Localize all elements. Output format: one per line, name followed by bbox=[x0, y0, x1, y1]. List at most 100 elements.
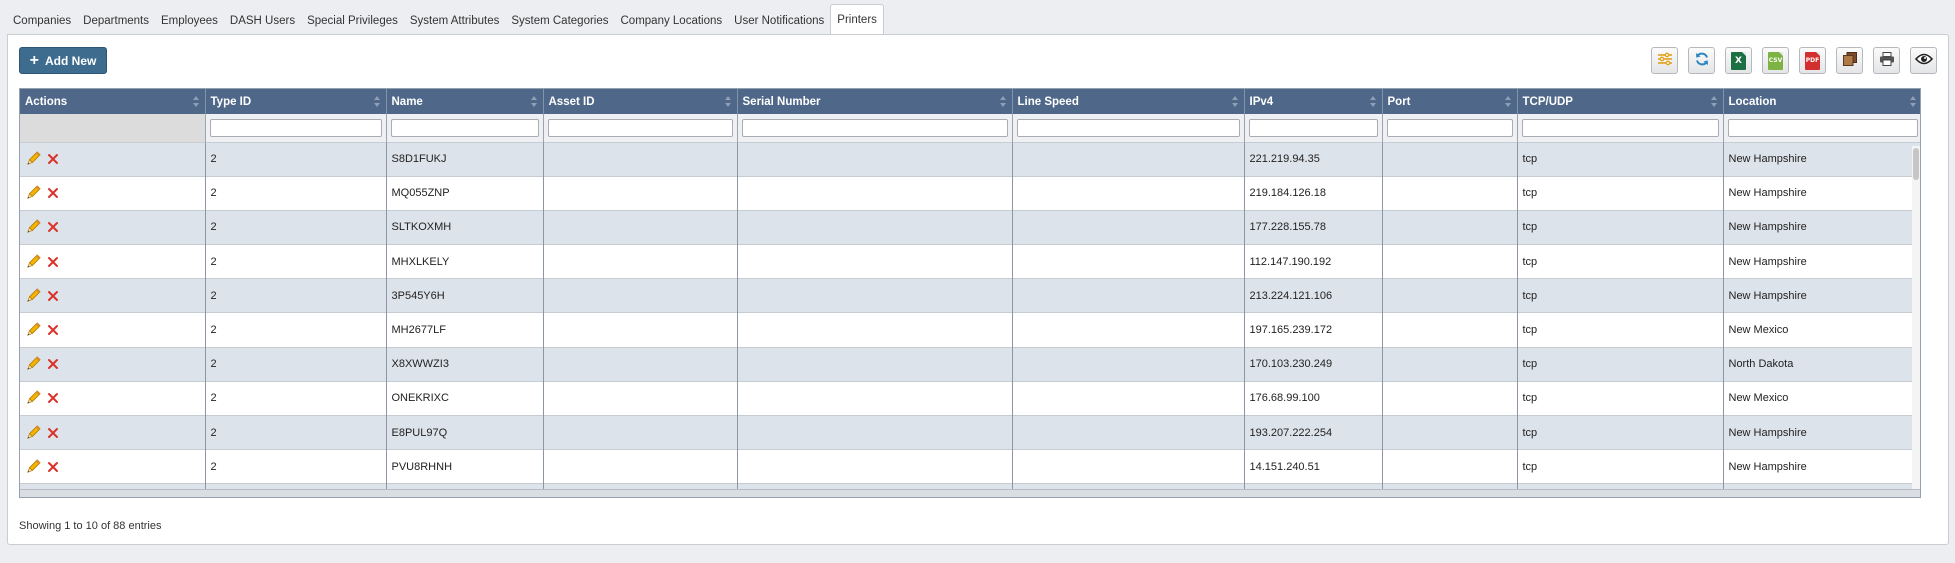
cell-serial-number bbox=[737, 312, 1013, 348]
cell-type-id: 2 bbox=[205, 209, 387, 245]
tab-company-locations[interactable]: Company Locations bbox=[615, 7, 729, 34]
edit-pencil-icon[interactable] bbox=[25, 254, 41, 270]
cell-name: 3P545Y6H bbox=[386, 278, 544, 313]
delete-x-icon[interactable] bbox=[47, 290, 59, 302]
actions-cell bbox=[20, 449, 206, 484]
filter-cell bbox=[386, 114, 544, 142]
cell-line-speed bbox=[1012, 312, 1245, 348]
column-header[interactable]: Serial Number bbox=[737, 89, 1013, 114]
tab-dash-users[interactable]: DASH Users bbox=[224, 7, 301, 34]
refresh-icon bbox=[1694, 51, 1710, 70]
edit-pencil-icon[interactable] bbox=[25, 185, 41, 201]
add-new-label: Add New bbox=[45, 53, 97, 68]
tab-departments[interactable]: Departments bbox=[77, 7, 155, 34]
column-header[interactable]: Line Speed bbox=[1012, 89, 1245, 114]
refresh-button[interactable] bbox=[1688, 47, 1715, 74]
cell-asset-id bbox=[543, 380, 738, 416]
actions-cell bbox=[20, 244, 206, 279]
cell-protocol: tcp bbox=[1517, 244, 1724, 279]
edit-pencil-icon[interactable] bbox=[25, 390, 41, 406]
horizontal-scrollbar[interactable] bbox=[20, 489, 1920, 497]
copy-button[interactable] bbox=[1836, 47, 1863, 74]
scroll-thumb[interactable] bbox=[1913, 148, 1919, 180]
table-toolbar: X CSV PDF bbox=[1651, 47, 1937, 74]
cell-ipv4: 177.228.155.78 bbox=[1244, 209, 1383, 245]
delete-x-icon[interactable] bbox=[47, 427, 59, 439]
column-header[interactable]: Type ID bbox=[205, 89, 387, 114]
edit-pencil-icon[interactable] bbox=[25, 322, 41, 338]
filter-ipv4-input[interactable] bbox=[1248, 118, 1378, 137]
column-header[interactable]: IPv4 bbox=[1244, 89, 1383, 114]
cell-asset-id bbox=[543, 278, 738, 313]
cell-location: New Hampshire bbox=[1723, 175, 1920, 211]
cell-port bbox=[1382, 141, 1518, 177]
filter-name-input[interactable] bbox=[390, 118, 539, 137]
column-header[interactable]: Location bbox=[1723, 89, 1920, 114]
filter-type-id-input[interactable] bbox=[209, 118, 382, 137]
add-new-button[interactable]: + Add New bbox=[19, 47, 107, 74]
column-header[interactable]: Asset ID bbox=[543, 89, 738, 114]
cell-location: North Dakota bbox=[1723, 346, 1920, 382]
delete-x-icon[interactable] bbox=[47, 187, 59, 199]
tab-printers[interactable]: Printers bbox=[830, 4, 884, 35]
delete-x-icon[interactable] bbox=[47, 324, 59, 336]
cell-line-speed bbox=[1012, 449, 1245, 484]
cell-port bbox=[1382, 175, 1518, 211]
vertical-scrollbar[interactable] bbox=[1912, 146, 1920, 497]
table-row: 2 SLTKOXMH 177.228.155.78 tcp New Hampshire bbox=[20, 209, 1920, 245]
print-button[interactable] bbox=[1873, 47, 1900, 74]
tab-system-categories[interactable]: System Categories bbox=[505, 7, 614, 34]
excel-export-button[interactable]: X bbox=[1725, 47, 1752, 74]
edit-pencil-icon[interactable] bbox=[25, 459, 41, 475]
cell-serial-number bbox=[737, 449, 1013, 484]
cell-protocol: tcp bbox=[1517, 346, 1724, 382]
delete-x-icon[interactable] bbox=[47, 256, 59, 268]
tab-special-privileges[interactable]: Special Privileges bbox=[301, 7, 404, 34]
delete-x-icon[interactable] bbox=[47, 221, 59, 233]
cell-name: E8PUL97Q bbox=[386, 414, 544, 450]
column-header[interactable]: Port bbox=[1382, 89, 1518, 114]
column-settings-button[interactable] bbox=[1651, 47, 1678, 74]
cell-type-id: 2 bbox=[205, 414, 387, 450]
tab-user-notifications[interactable]: User Notifications bbox=[728, 7, 830, 34]
cell-protocol: tcp bbox=[1517, 175, 1724, 211]
sort-icon bbox=[1504, 96, 1511, 107]
tab-companies[interactable]: Companies bbox=[7, 7, 77, 34]
column-header[interactable]: Actions bbox=[20, 89, 206, 114]
delete-x-icon[interactable] bbox=[47, 358, 59, 370]
delete-x-icon[interactable] bbox=[47, 153, 59, 165]
column-header-label: Location bbox=[1728, 95, 1777, 108]
cell-asset-id bbox=[543, 346, 738, 382]
actions-cell bbox=[20, 141, 206, 177]
pdf-export-button[interactable]: PDF bbox=[1799, 47, 1826, 74]
csv-export-button[interactable]: CSV bbox=[1762, 47, 1789, 74]
delete-x-icon[interactable] bbox=[47, 461, 59, 473]
filter-location-input[interactable] bbox=[1727, 118, 1918, 137]
filter-asset-id-input[interactable] bbox=[547, 118, 733, 137]
cell-serial-number bbox=[737, 244, 1013, 279]
view-button[interactable] bbox=[1910, 47, 1937, 74]
edit-pencil-icon[interactable] bbox=[25, 424, 41, 441]
cell-protocol: tcp bbox=[1517, 449, 1724, 484]
delete-x-icon[interactable] bbox=[47, 392, 59, 404]
cell-name: X8XWWZI3 bbox=[386, 346, 544, 382]
cell-serial-number bbox=[737, 175, 1013, 211]
sort-icon bbox=[192, 96, 199, 107]
cell-ipv4: 219.184.126.18 bbox=[1244, 175, 1383, 211]
edit-pencil-icon[interactable] bbox=[25, 151, 41, 167]
printers-table: Actions Type ID Name Asset ID Serial Num… bbox=[19, 88, 1921, 498]
filter-tcp-udp-input[interactable] bbox=[1521, 118, 1719, 137]
edit-pencil-icon[interactable] bbox=[25, 356, 41, 372]
sort-icon bbox=[1369, 96, 1376, 107]
column-header[interactable]: TCP/UDP bbox=[1517, 89, 1724, 114]
header-row: Actions Type ID Name Asset ID Serial Num… bbox=[20, 89, 1920, 114]
column-header[interactable]: Name bbox=[386, 89, 544, 114]
tab-system-attributes[interactable]: System Attributes bbox=[404, 7, 505, 34]
edit-pencil-icon[interactable] bbox=[25, 288, 41, 304]
cell-asset-id bbox=[543, 141, 738, 177]
filter-port-input[interactable] bbox=[1386, 118, 1513, 137]
filter-serial-number-input[interactable] bbox=[741, 118, 1008, 137]
edit-pencil-icon[interactable] bbox=[25, 219, 41, 235]
filter-line-speed-input[interactable] bbox=[1016, 118, 1240, 137]
tab-employees[interactable]: Employees bbox=[155, 7, 224, 34]
